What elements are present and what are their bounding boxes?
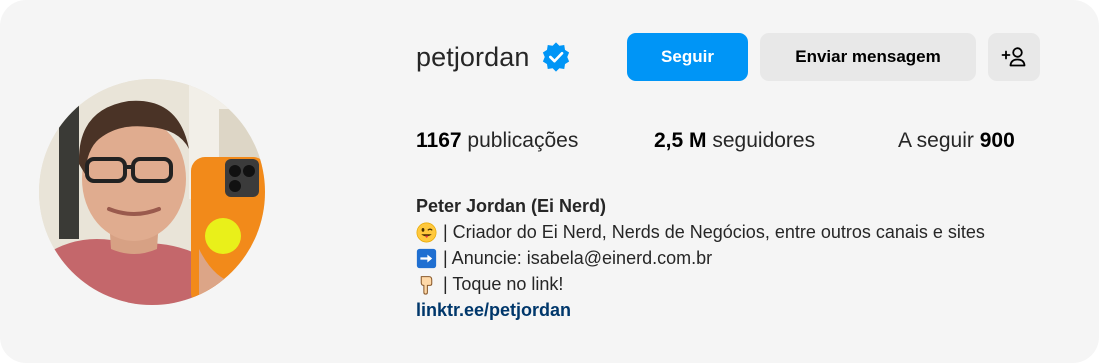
pointing-down-emoji [420, 275, 433, 295]
verified-badge-icon [542, 42, 569, 72]
followers-count: 2,5 M [654, 129, 707, 152]
username-row: petjordan [416, 33, 571, 81]
bio-line-text: | Toque no link! [443, 274, 564, 294]
following-stat[interactable]: A seguir 900 [898, 129, 1015, 153]
posts-label: publicações [467, 129, 579, 152]
avatar-photo [39, 79, 265, 305]
bio-line-text: | Criador do Ei Nerd, Nerds de Negócios,… [443, 222, 985, 242]
followers-label: seguidores [712, 129, 816, 152]
bio-line: | Anuncie: isabela@einerd.com.br [416, 245, 985, 271]
winking-tongue-emoji [416, 222, 437, 242]
following-count: 900 [979, 129, 1015, 152]
right-arrow-emoji [416, 248, 437, 268]
followers-stat[interactable]: 2,5 M seguidores [654, 129, 815, 153]
bio-line: | Toque no link! [416, 271, 985, 297]
username: petjordan [416, 41, 530, 72]
person-plus-icon [1001, 47, 1026, 67]
posts-count: 1167 [416, 129, 462, 152]
posts-stat: 1167 publicações [416, 129, 578, 153]
profile-header-card: petjordan Seguir Enviar mensagem 1167 pu… [0, 0, 1099, 363]
following-label: A seguir [898, 129, 974, 152]
suggest-similar-button[interactable] [988, 33, 1040, 81]
bio-line-text: | Anuncie: isabela@einerd.com.br [443, 248, 713, 268]
follow-button[interactable]: Seguir [627, 33, 748, 81]
bio-external-link[interactable]: linktr.ee/petjordan [416, 300, 571, 320]
send-message-button[interactable]: Enviar mensagem [760, 33, 976, 81]
profile-avatar[interactable] [39, 79, 265, 305]
profile-bio: Peter Jordan (Ei Nerd) | Criador do Ei N… [416, 193, 985, 323]
bio-line: | Criador do Ei Nerd, Nerds de Negócios,… [416, 219, 985, 245]
bio-full-name: Peter Jordan (Ei Nerd) [416, 196, 607, 216]
